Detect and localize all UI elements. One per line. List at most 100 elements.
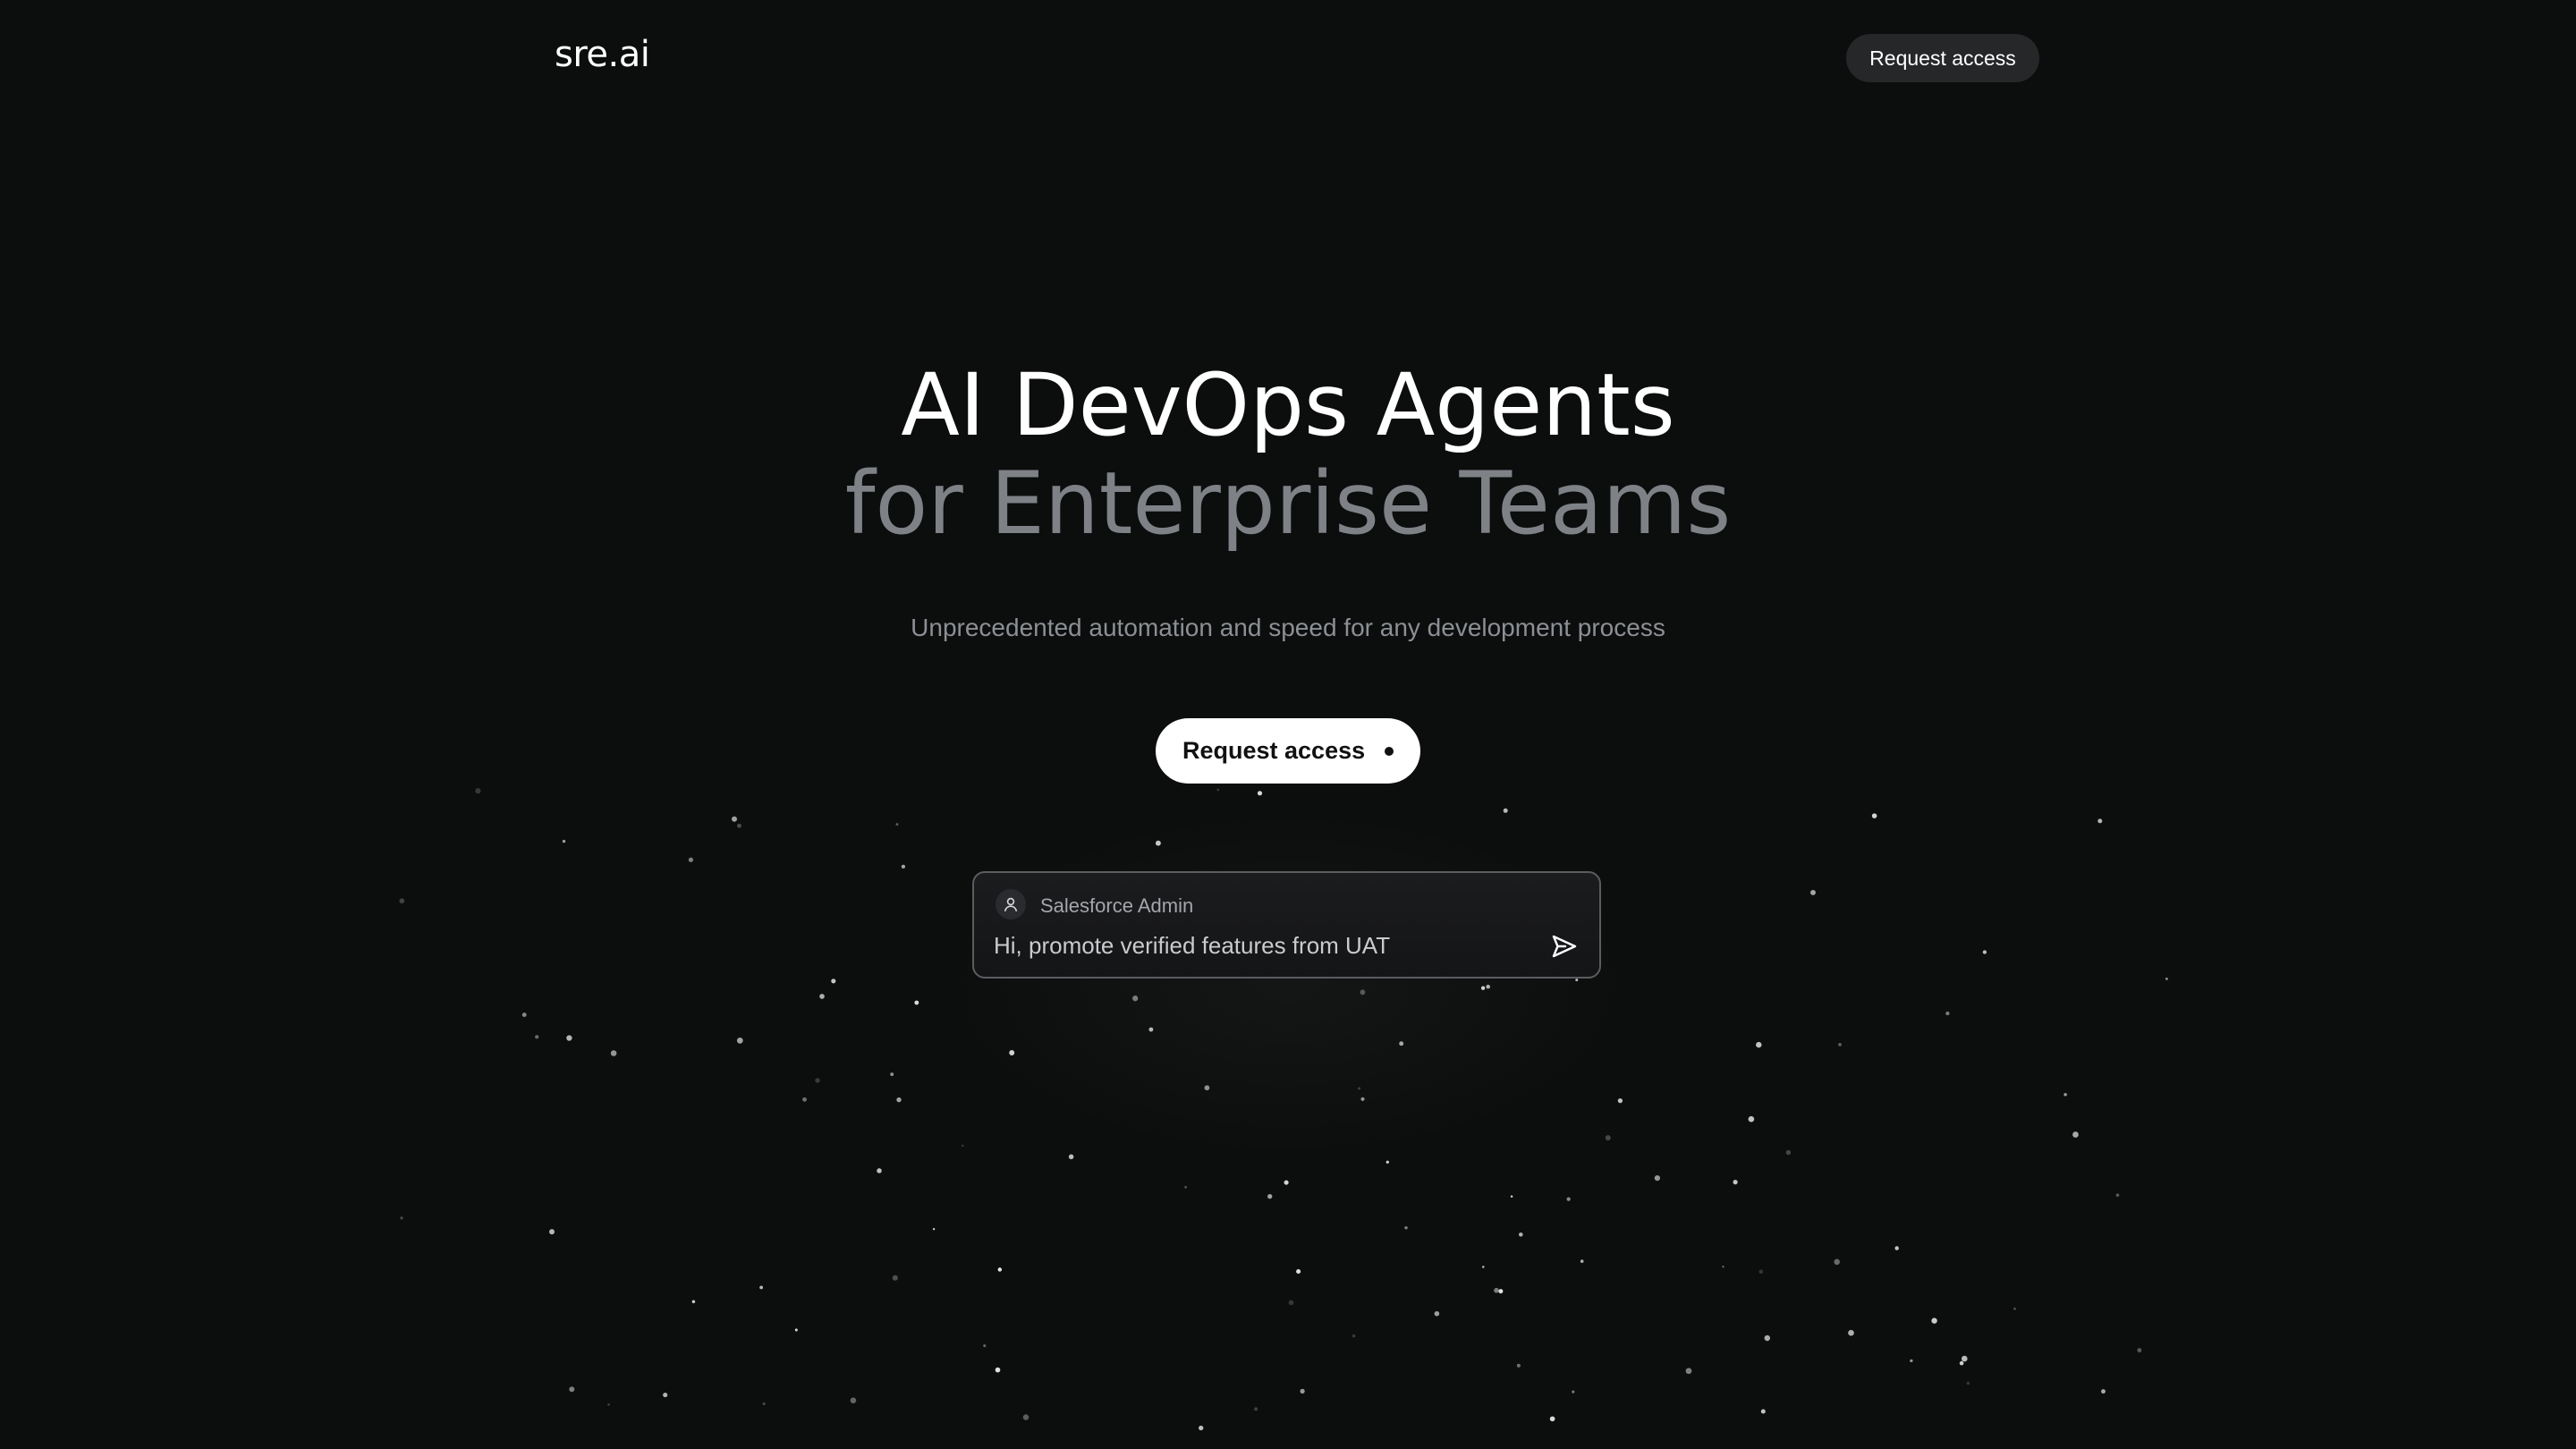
star-dot (1300, 1388, 1305, 1394)
star-dot (549, 1229, 555, 1235)
star-dot (1945, 1011, 1950, 1016)
star-dot (1764, 1335, 1771, 1342)
star-dot (1404, 1225, 1408, 1230)
star-dot (794, 1328, 798, 1332)
star-dot (1399, 1041, 1404, 1046)
hero-subtitle: Unprecedented automation and speed for a… (911, 614, 1665, 641)
star-dot (1959, 1360, 1964, 1366)
star-dot (759, 1285, 764, 1290)
star-dot (1199, 1425, 1204, 1431)
dot-icon (1385, 747, 1394, 756)
star-dot (2137, 1348, 2142, 1353)
star-dot (1385, 1160, 1389, 1164)
star-dot (995, 1367, 1001, 1373)
brand-logo[interactable]: sre.ai (555, 34, 650, 75)
star-dot (890, 1072, 894, 1077)
hero-title-line2: for Enterprise Teams (844, 453, 1732, 554)
star-dot (1132, 996, 1139, 1002)
star-dot (607, 1402, 610, 1406)
star-dot (1498, 1289, 1504, 1294)
star-dot (1494, 1287, 1499, 1293)
star-dot (877, 1168, 882, 1174)
star-dot (1022, 1414, 1030, 1420)
star-dot (997, 1267, 1003, 1272)
star-dot (1267, 1193, 1273, 1199)
star-dot (2097, 818, 2103, 824)
star-dot (1654, 1174, 1661, 1182)
star-dot (1510, 1195, 1513, 1198)
star-dot (566, 1035, 572, 1041)
star-dot (2063, 1092, 2067, 1097)
star-dot (1910, 1359, 1913, 1363)
star-dot (400, 1216, 403, 1220)
hero-request-access-button[interactable]: Request access (1156, 718, 1420, 784)
star-dot (1518, 1232, 1523, 1237)
header-request-access-button[interactable]: Request access (1846, 34, 2039, 82)
star-dot (1894, 1246, 1899, 1250)
star-dot (983, 1344, 987, 1348)
star-dot (1838, 1043, 1842, 1046)
star-dot (1352, 1334, 1356, 1338)
star-dot (892, 1275, 898, 1281)
star-dot (1748, 1115, 1755, 1123)
star-dot (932, 1227, 936, 1231)
chat-glow (930, 805, 1646, 1163)
star-dot (688, 857, 694, 862)
star-dot (732, 816, 737, 822)
star-dot (961, 1144, 964, 1148)
star-dot (1148, 1027, 1154, 1032)
star-dot (850, 1397, 857, 1403)
star-dot (1572, 1390, 1575, 1394)
star-dot (1480, 986, 1486, 990)
star-dot (1288, 1300, 1294, 1306)
star-dot (1931, 1318, 1937, 1324)
star-dot (1503, 808, 1508, 813)
star-dot (1155, 840, 1161, 846)
star-dot (1516, 1363, 1521, 1368)
star-dot (610, 1050, 617, 1056)
star-dot (1254, 1407, 1258, 1411)
star-dot (1756, 1041, 1762, 1048)
star-dot (1580, 1259, 1584, 1263)
star-dot (1358, 1087, 1361, 1090)
star-dot (1434, 1310, 1440, 1317)
star-dot (535, 1035, 539, 1039)
hero-title-line1: AI DevOps Agents (901, 355, 1675, 455)
star-dot (1810, 889, 1816, 895)
landing-page: sre.ai Request access AI DevOps Agents f… (0, 0, 2576, 1449)
star-dot (1733, 1180, 1738, 1185)
star-dot (1982, 950, 1987, 954)
star-dot (1216, 788, 1220, 792)
star-dot (399, 898, 405, 904)
star-dot (895, 823, 899, 826)
star-dot (1966, 1381, 1970, 1385)
star-dot (1184, 1185, 1188, 1189)
star-dot (1257, 791, 1263, 796)
star-dot (1068, 1154, 1074, 1160)
star-dot (1549, 1416, 1555, 1422)
star-dot (2115, 1193, 2120, 1197)
star-dot (475, 788, 481, 794)
star-dot (901, 864, 906, 869)
cta-label: Request access (1182, 737, 1366, 764)
star-dot (2072, 1131, 2079, 1138)
star-dot (521, 1013, 527, 1018)
chat-prompt-box[interactable]: Salesforce Admin Hi, promote verified fe… (972, 871, 1601, 979)
chat-message-text[interactable]: Hi, promote verified features from UAT (994, 932, 1390, 960)
star-dot (1204, 1085, 1210, 1091)
star-dot (896, 1097, 902, 1103)
star-dot (2013, 1307, 2016, 1310)
star-dot (569, 1386, 575, 1393)
star-dot (1758, 1269, 1764, 1274)
star-dot (1575, 979, 1579, 982)
star-dot (1360, 1097, 1365, 1101)
star-dot (1962, 1355, 1968, 1362)
star-dot (762, 1402, 766, 1406)
send-icon[interactable] (1546, 928, 1582, 964)
star-dot (1009, 1050, 1015, 1055)
star-dot (736, 1038, 743, 1044)
star-dot (1834, 1258, 1840, 1266)
star-dot (831, 979, 836, 984)
star-dot (1566, 1197, 1571, 1201)
star-dot (914, 1000, 919, 1005)
